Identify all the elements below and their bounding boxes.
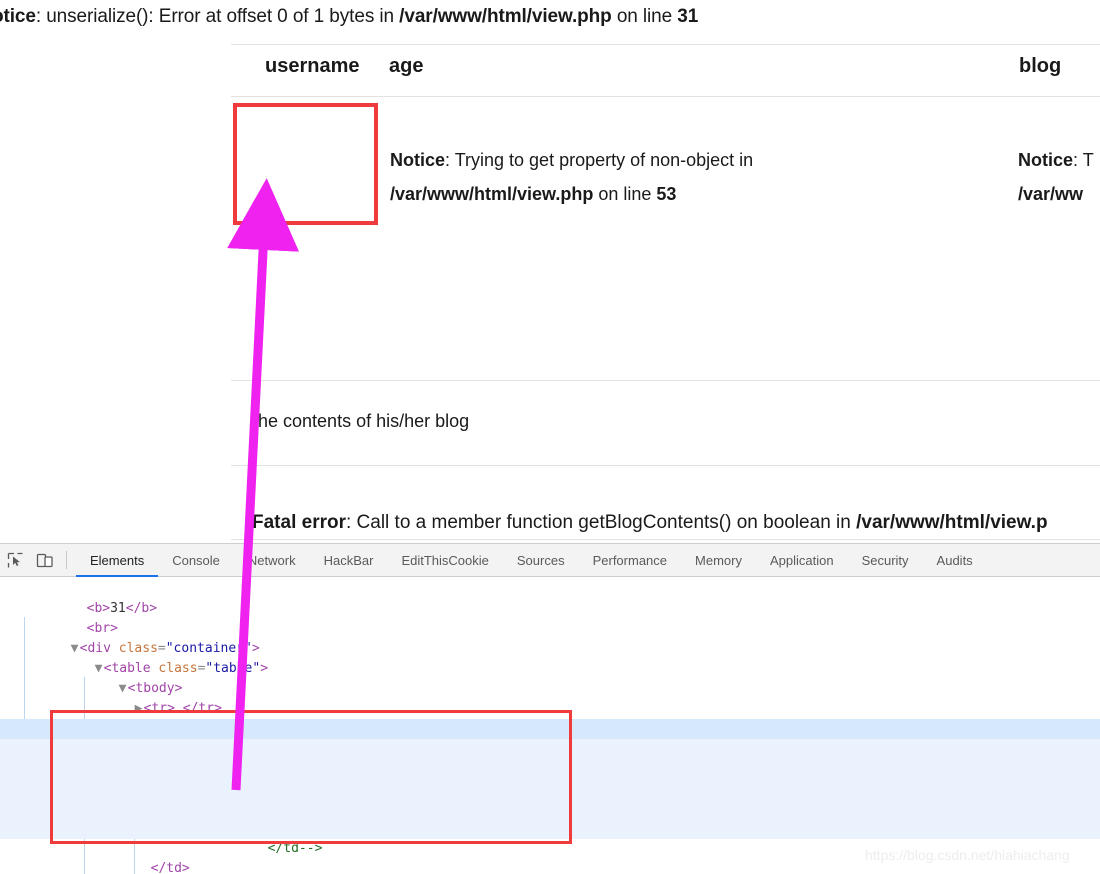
divider-top [231, 44, 1100, 45]
device-toolbar-icon[interactable] [30, 544, 60, 577]
dom-node-php-flag[interactable]: $flag = "flag{767bb0be-86c5-42af-99a6-03… [0, 779, 1100, 816]
tab-performance[interactable]: Performance [579, 544, 681, 577]
table-header-row: username age blog [0, 55, 1100, 93]
annotation-red-box-page-cell [233, 103, 378, 225]
dom-node-br[interactable]: <br> [0, 599, 1100, 636]
tab-application[interactable]: Application [756, 544, 848, 577]
php-notice-line: 31 [677, 6, 699, 27]
cell-notice-path: /var/www/html/view.php [390, 184, 594, 205]
php-notice-path: /var/www/html/view.php [399, 6, 612, 27]
divider-header-bottom [231, 96, 1100, 97]
dom-node-php-blank [0, 759, 1100, 779]
inspect-element-icon[interactable] [0, 544, 30, 577]
php-notice-online: on line [611, 6, 678, 27]
tab-network[interactable]: Network [234, 544, 310, 577]
screenshot-root: otice: unserialize(): Error at offset 0 … [0, 0, 1100, 874]
cell-notice-right-label: Notice [1018, 150, 1074, 170]
divider-row-2 [231, 465, 1100, 466]
cell-notice-line: 53 [656, 184, 677, 205]
table-cell-notice-blog: Notice: T/var/ww [1018, 143, 1100, 211]
cell-notice-online: on line [593, 184, 657, 205]
dom-node-tbody[interactable]: ▼<tbody> [0, 659, 1100, 696]
fatal-error-text: : Call to a member function getBlogConte… [345, 512, 857, 533]
tab-audits[interactable]: Audits [923, 544, 987, 577]
cell-notice-right-path: /var/ww [1018, 184, 1084, 205]
dom-node-php-exit[interactable]: exit(0); [0, 799, 1100, 836]
fatal-error-path: /var/www/html/view.p [856, 512, 1048, 533]
dom-node-td-selected[interactable]: ▼<td> == $0 [0, 719, 1100, 756]
dom-node-tr-open[interactable]: ▼<tr> [0, 699, 1100, 736]
tab-elements[interactable]: Elements [76, 544, 159, 577]
cell-notice-right-text: : T [1073, 150, 1094, 170]
fatal-error-label: Fatal error [252, 512, 346, 533]
blog-contents-text: the contents of his/her blog [253, 411, 470, 431]
php-notice-unserialize: otice: unserialize(): Error at offset 0 … [0, 4, 698, 30]
toolbar-divider [66, 551, 67, 569]
tab-sources[interactable]: Sources [503, 544, 579, 577]
watermark-text: https://blog.csdn.net/hiahiachang [865, 847, 1070, 863]
divider-row-1 [231, 380, 1100, 381]
browser-page-content: otice: unserialize(): Error at offset 0 … [0, 0, 1100, 543]
php-notice-text: : unserialize(): Error at offset 0 of 1 … [35, 6, 400, 27]
php-fatal-error: Fatal error: Call to a member function g… [252, 512, 1048, 534]
tab-hackbar[interactable]: HackBar [310, 544, 388, 577]
table-header-age: age [389, 55, 424, 77]
php-notice-label: otice [0, 6, 36, 27]
devtools-panel: Elements Console Network HackBar EditThi… [0, 543, 1100, 874]
dom-node-php-comment-open[interactable]: <!--?php [0, 739, 1100, 776]
dom-tree[interactable]: <b>31</b> <br> ▼<div class="container"> … [0, 577, 1100, 874]
dom-node-php-comment-close[interactable]: </td--> [0, 819, 1100, 856]
dom-node-tr-collapsed[interactable]: ▶<tr>…</tr> [0, 679, 1100, 716]
tab-security[interactable]: Security [848, 544, 923, 577]
table-header-username: username [265, 55, 360, 77]
dom-node-div-container[interactable]: ▼<div class="container"> [0, 619, 1100, 656]
tab-console[interactable]: Console [158, 544, 234, 577]
table-header-blog: blog [1019, 55, 1062, 77]
dom-node-table[interactable]: ▼<table class="table"> [0, 639, 1100, 676]
devtools-toolbar: Elements Console Network HackBar EditThi… [0, 544, 1100, 577]
divider-row-3 [231, 539, 1100, 540]
tab-editthiscookie[interactable]: EditThisCookie [387, 544, 502, 577]
tab-memory[interactable]: Memory [681, 544, 756, 577]
dom-node-b31[interactable]: <b>31</b> [0, 579, 1100, 616]
cell-notice-text: : Trying to get property of non-object i… [445, 150, 754, 170]
table-cell-notice-age: Notice: Trying to get property of non-ob… [390, 143, 820, 211]
cell-notice-label: Notice [390, 150, 446, 170]
devtools-tab-bar: Elements Console Network HackBar EditThi… [76, 544, 987, 577]
